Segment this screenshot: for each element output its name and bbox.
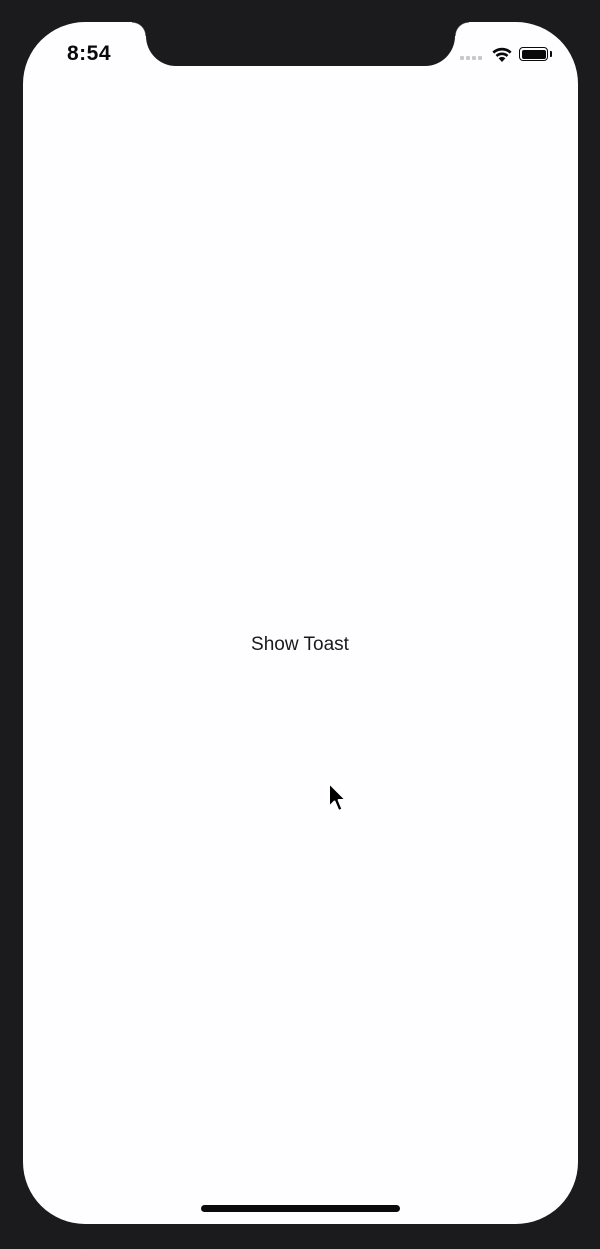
status-bar-time: 8:54 bbox=[67, 42, 112, 65]
battery-icon bbox=[519, 47, 548, 61]
mouse-pointer-icon bbox=[328, 782, 347, 812]
show-toast-button[interactable]: Show Toast bbox=[230, 630, 370, 660]
battery-level bbox=[521, 49, 546, 59]
device-notch bbox=[132, 22, 469, 66]
app-screen: 8:54 Show Toast bbox=[23, 22, 578, 1224]
home-indicator[interactable] bbox=[201, 1205, 400, 1212]
device-frame: 8:54 Show Toast bbox=[0, 0, 600, 1249]
cellular-signal-icon bbox=[460, 56, 482, 60]
battery-cap bbox=[550, 51, 552, 57]
wifi-icon bbox=[492, 47, 512, 62]
